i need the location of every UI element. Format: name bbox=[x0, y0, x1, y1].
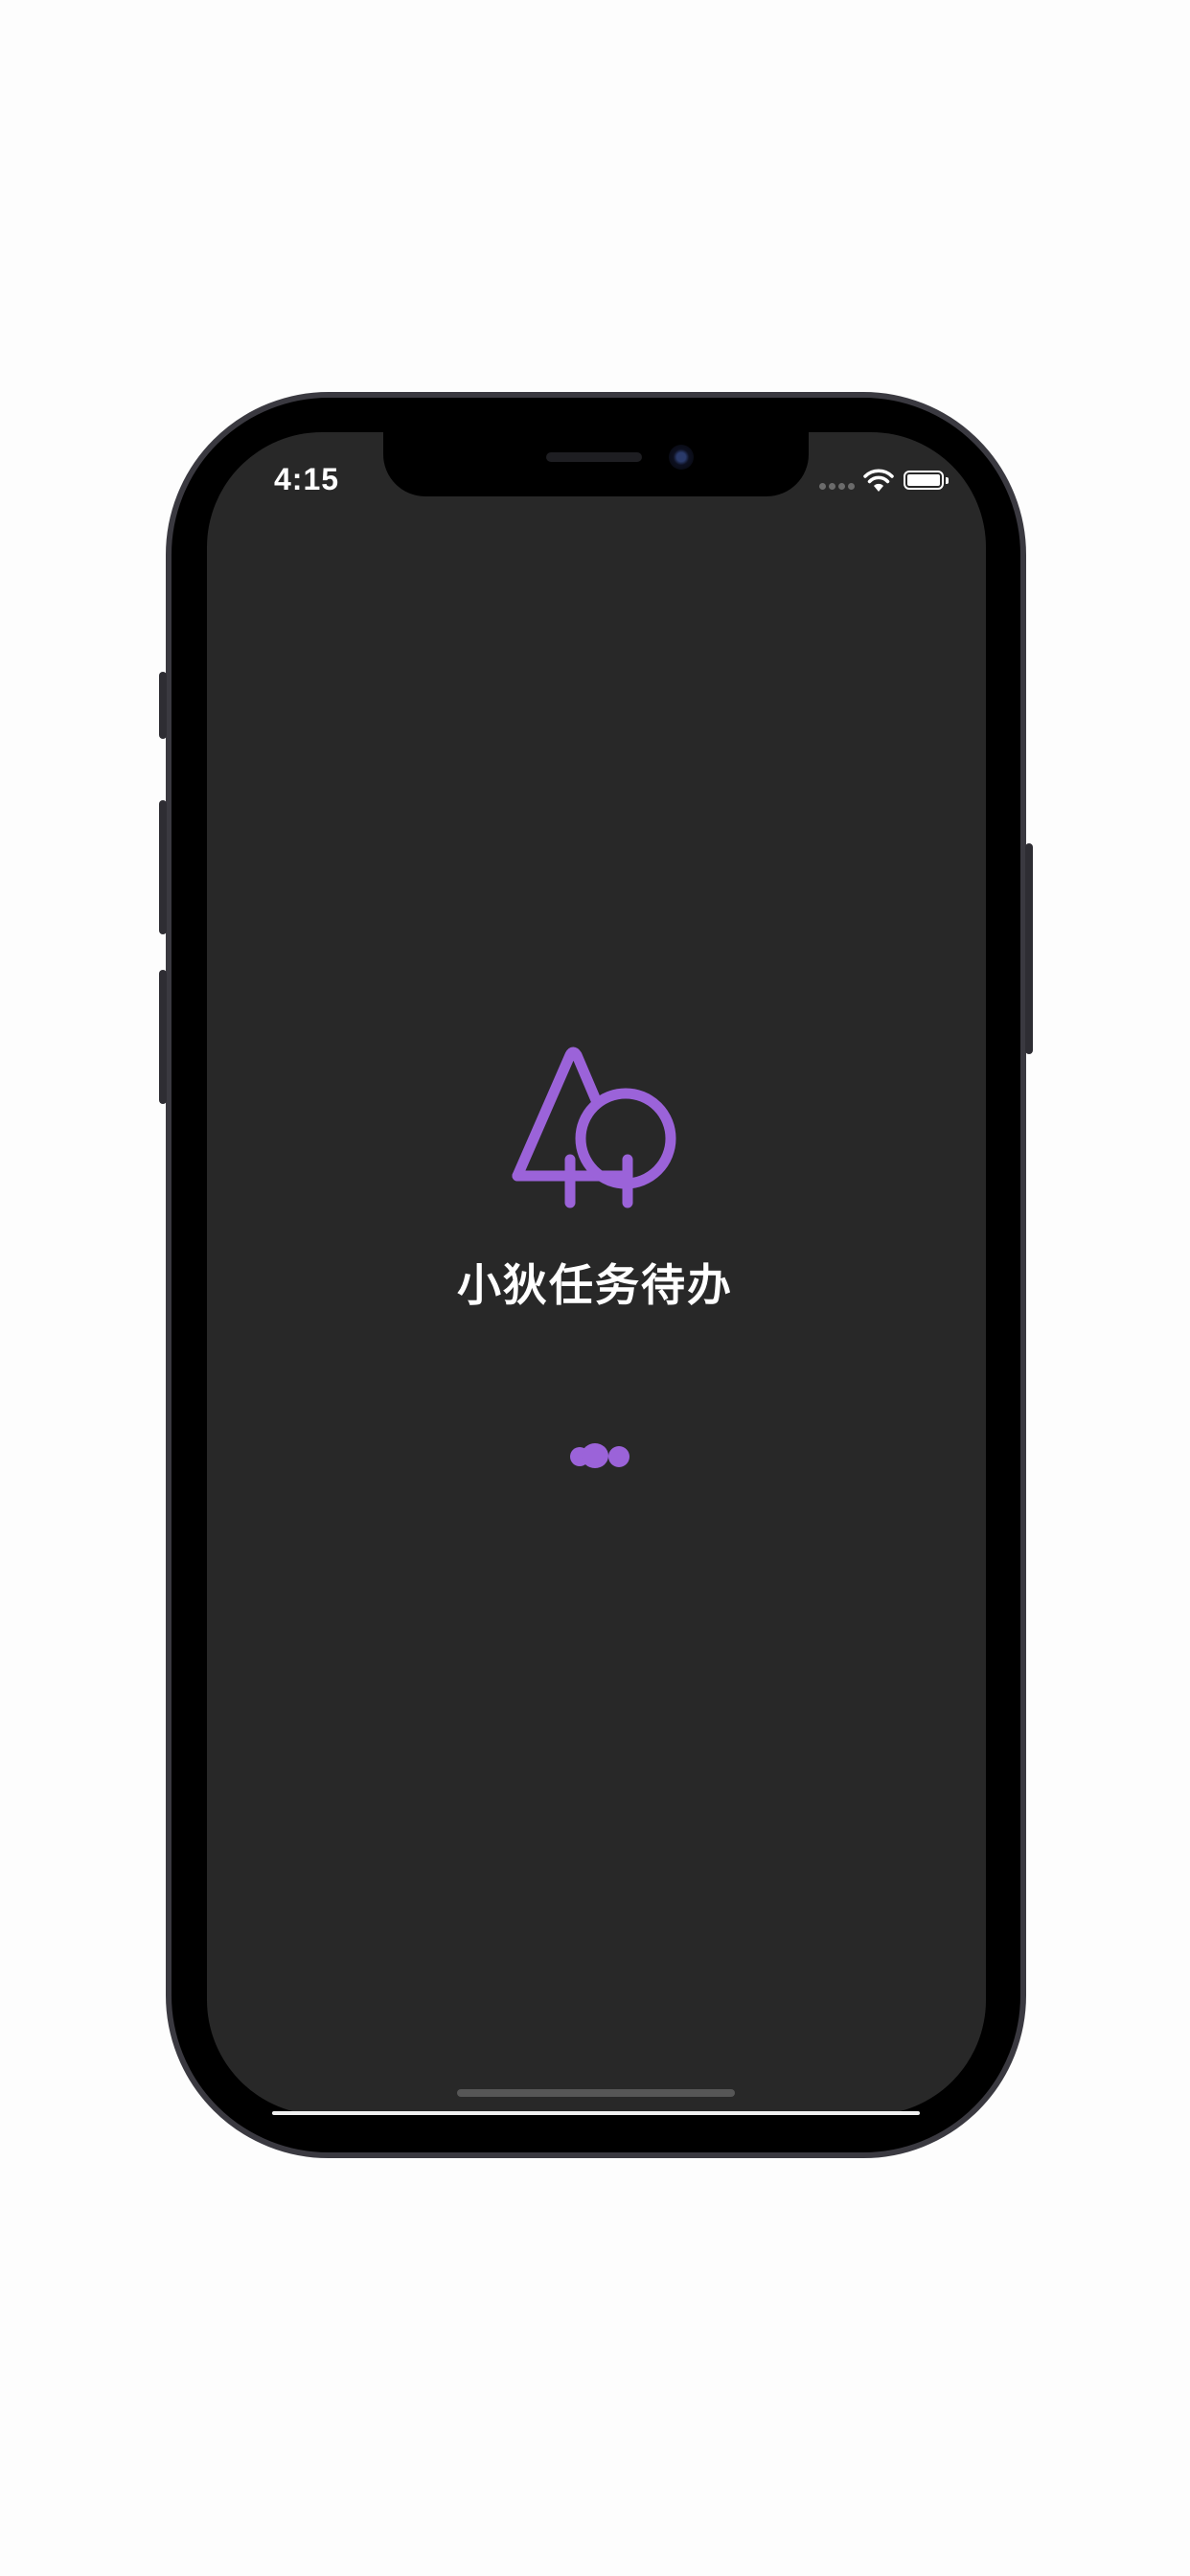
earpiece-speaker bbox=[546, 452, 642, 462]
home-indicator[interactable] bbox=[457, 2089, 735, 2097]
status-icons bbox=[819, 468, 953, 494]
signal-icon bbox=[819, 483, 855, 490]
status-time: 4:15 bbox=[274, 462, 340, 496]
volume-up-button bbox=[159, 800, 167, 934]
bottom-edge bbox=[272, 2111, 920, 2115]
wifi-icon bbox=[863, 469, 894, 492]
tree-logo-icon bbox=[512, 1046, 676, 1208]
battery-icon bbox=[904, 471, 944, 490]
loading-indicator bbox=[566, 1439, 633, 1470]
front-camera-icon bbox=[669, 445, 694, 470]
battery-cap bbox=[946, 477, 949, 484]
app-title: 小狄任务待办 bbox=[457, 1259, 733, 1311]
mute-switch bbox=[159, 672, 167, 739]
power-button bbox=[1025, 843, 1033, 1054]
volume-down-button bbox=[159, 970, 167, 1104]
